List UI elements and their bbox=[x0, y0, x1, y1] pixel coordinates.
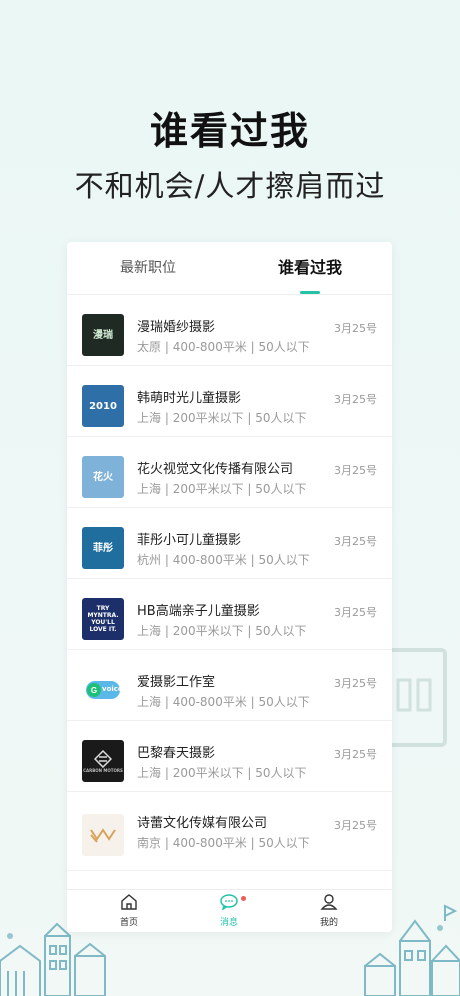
company-name: 菲彤小可儿童摄影 bbox=[137, 533, 242, 548]
company-name: 巴黎春天摄影 bbox=[137, 746, 216, 761]
list-item[interactable]: G voice 爱摄影工作室 上海 | 400-800平米 | 50人以下 3月… bbox=[67, 650, 392, 721]
city: 上海 bbox=[137, 482, 162, 496]
company-logo: 菲彤 bbox=[82, 527, 124, 569]
list-item[interactable]: 漫瑞 漫瑞婚纱摄影 太原 | 400-800平米 | 50人以下 3月25号 bbox=[67, 295, 392, 366]
company-logo: 漫瑞 bbox=[82, 314, 124, 356]
chevron-logo-icon bbox=[90, 828, 116, 843]
unread-badge bbox=[241, 896, 246, 901]
home-icon bbox=[121, 894, 137, 910]
list-item[interactable]: 花火 花火视觉文化传播有限公司 上海 | 200平米以下 | 50人以下 3月2… bbox=[67, 437, 392, 508]
list-item[interactable]: CARBON MOTORS 巴黎春天摄影 上海 | 200平米以下 | 50人以… bbox=[67, 721, 392, 792]
staff-size: 50人以下 bbox=[258, 836, 310, 850]
area: 200平米以下 bbox=[172, 482, 244, 496]
company-meta: 上海 | 400-800平米 | 50人以下 bbox=[137, 695, 310, 709]
logo-text: 花火 bbox=[93, 471, 113, 483]
company-logo: 2010 bbox=[82, 385, 124, 427]
view-date: 3月25号 bbox=[334, 322, 377, 335]
tab-messages[interactable]: 消息 bbox=[175, 894, 283, 928]
viewers-card: 最新职位 谁看过我 漫瑞 漫瑞婚纱摄影 太原 | 400-800平米 | 50人… bbox=[67, 242, 392, 932]
svg-text:G: G bbox=[91, 686, 97, 695]
tab-profile[interactable]: 我的 bbox=[275, 894, 383, 928]
user-icon bbox=[320, 894, 338, 910]
tab-home[interactable]: 首页 bbox=[75, 894, 183, 928]
logo-text: voice bbox=[102, 685, 123, 693]
area: 400-800平米 bbox=[172, 340, 247, 354]
area: 200平米以下 bbox=[172, 624, 244, 638]
tab-label: 谁看过我 bbox=[277, 258, 342, 277]
bottom-tab-bar: 首页 消息 我的 bbox=[67, 889, 392, 932]
list-item[interactable]: 2010 韩萌时光儿童摄影 上海 | 200平米以下 | 50人以下 3月25号 bbox=[67, 366, 392, 437]
staff-size: 50人以下 bbox=[258, 340, 310, 354]
area: 400-800平米 bbox=[172, 836, 247, 850]
chat-bubble-icon bbox=[220, 894, 238, 911]
tab-messages-label: 消息 bbox=[219, 918, 238, 928]
city: 上海 bbox=[137, 766, 162, 780]
company-meta: 杭州 | 400-800平米 | 50人以下 bbox=[137, 553, 310, 567]
company-logo: TRY MYNTRA. YOU'LL LOVE IT. bbox=[82, 598, 124, 640]
company-meta: 上海 | 200平米以下 | 50人以下 bbox=[137, 411, 307, 425]
logo-text: 2010 bbox=[89, 400, 117, 412]
view-date: 3月25号 bbox=[334, 677, 377, 690]
tab-label: 最新职位 bbox=[120, 260, 176, 276]
view-date: 3月25号 bbox=[334, 464, 377, 477]
hero-title: 谁看过我 bbox=[149, 109, 310, 153]
list-item[interactable]: TRY MYNTRA. YOU'LL LOVE IT. HB高端亲子儿童摄影 上… bbox=[67, 579, 392, 650]
company-name: 爱摄影工作室 bbox=[137, 675, 216, 690]
area: 200平米以下 bbox=[172, 766, 244, 780]
logo-text: 菲彤 bbox=[93, 542, 113, 554]
city: 上海 bbox=[137, 624, 162, 638]
company-name: 漫瑞婚纱摄影 bbox=[137, 320, 216, 335]
area: 400-800平米 bbox=[172, 695, 247, 709]
hero-subtitle: 不和机会/人才擦肩而过 bbox=[74, 169, 386, 203]
area: 400-800平米 bbox=[172, 553, 247, 567]
staff-size: 50人以下 bbox=[255, 766, 307, 780]
company-logo bbox=[82, 814, 124, 856]
company-name: 花火视觉文化传播有限公司 bbox=[137, 462, 294, 477]
tab-home-label: 首页 bbox=[119, 918, 138, 928]
company-logo: G voice bbox=[82, 669, 124, 711]
city: 南京 bbox=[137, 836, 162, 850]
company-meta: 上海 | 200平米以下 | 50人以下 bbox=[137, 624, 307, 638]
company-meta: 上海 | 200平米以下 | 50人以下 bbox=[137, 766, 307, 780]
area: 200平米以下 bbox=[172, 411, 244, 425]
city: 上海 bbox=[137, 411, 162, 425]
view-date: 3月25号 bbox=[334, 819, 377, 832]
list-item[interactable]: 诗蕾文化传媒有限公司 南京 | 400-800平米 | 50人以下 3月25号 bbox=[67, 792, 392, 871]
staff-size: 50人以下 bbox=[255, 482, 307, 496]
logo-text: 漫瑞 bbox=[93, 329, 113, 341]
staff-size: 50人以下 bbox=[258, 695, 310, 709]
logo-text: CARBON MOTORS bbox=[83, 767, 123, 773]
company-meta: 南京 | 400-800平米 | 50人以下 bbox=[137, 836, 310, 850]
staff-size: 50人以下 bbox=[258, 553, 310, 567]
staff-size: 50人以下 bbox=[255, 624, 307, 638]
company-logo: CARBON MOTORS bbox=[82, 740, 124, 782]
active-tab-indicator bbox=[300, 291, 320, 294]
tab-profile-label: 我的 bbox=[319, 918, 338, 928]
view-date: 3月25号 bbox=[334, 606, 377, 619]
list-item[interactable]: 菲彤 菲彤小可儿童摄影 杭州 | 400-800平米 | 50人以下 3月25号 bbox=[67, 508, 392, 579]
company-meta: 上海 | 200平米以下 | 50人以下 bbox=[137, 482, 307, 496]
city: 上海 bbox=[137, 695, 162, 709]
view-date: 3月25号 bbox=[334, 393, 377, 406]
tab-latest-jobs[interactable]: 最新职位 bbox=[67, 242, 229, 294]
view-date: 3月25号 bbox=[334, 748, 377, 761]
city: 杭州 bbox=[137, 553, 162, 567]
company-name: 诗蕾文化传媒有限公司 bbox=[137, 816, 268, 831]
viewer-list: 漫瑞 漫瑞婚纱摄影 太原 | 400-800平米 | 50人以下 3月25号 2… bbox=[67, 295, 392, 871]
company-name: 韩萌时光儿童摄影 bbox=[137, 391, 242, 406]
company-logo: 花火 bbox=[82, 456, 124, 498]
company-meta: 太原 | 400-800平米 | 50人以下 bbox=[137, 340, 310, 354]
tab-bar: 最新职位 谁看过我 bbox=[67, 242, 392, 295]
company-name: HB高端亲子儿童摄影 bbox=[137, 604, 260, 619]
carbon-motors-icon bbox=[94, 749, 112, 768]
tab-who-viewed-me[interactable]: 谁看过我 bbox=[229, 242, 391, 294]
view-date: 3月25号 bbox=[334, 535, 377, 548]
logo-text: TRY MYNTRA. YOU'LL LOVE IT. bbox=[87, 605, 119, 633]
city: 太原 bbox=[137, 340, 162, 354]
staff-size: 50人以下 bbox=[255, 411, 307, 425]
